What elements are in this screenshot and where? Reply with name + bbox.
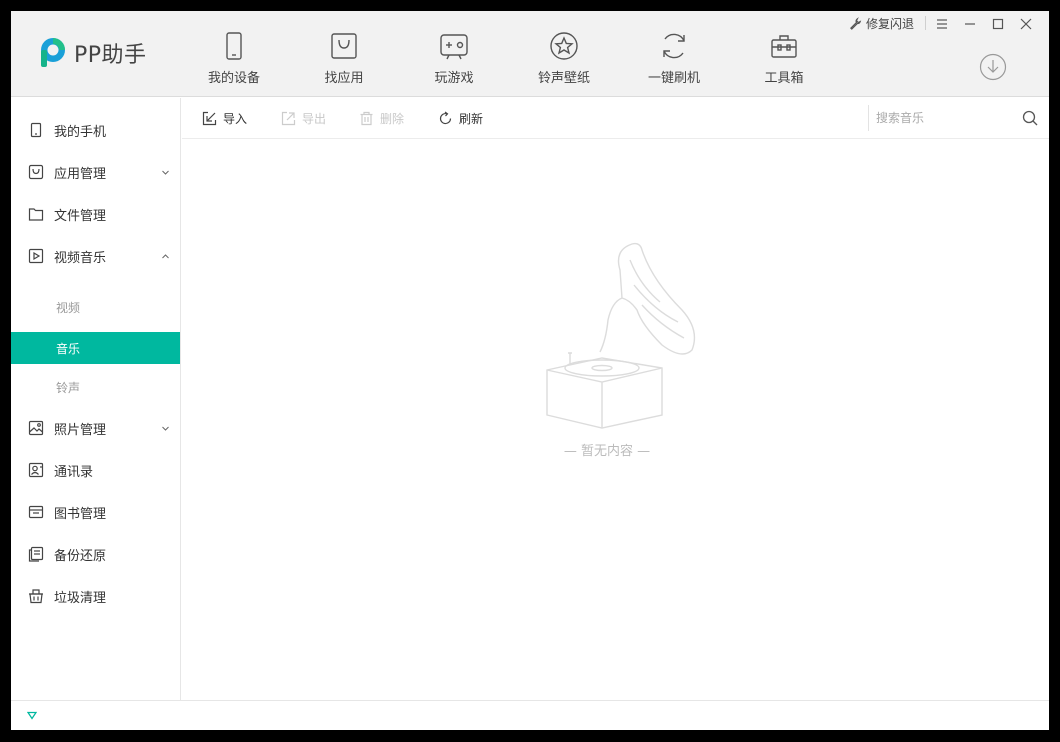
sidebar-item-backup-restore[interactable]: 备份还原 [11, 533, 180, 575]
refresh-cycle-icon [663, 33, 685, 59]
sidebar-item-label: 图书管理 [54, 506, 107, 522]
download-icon[interactable] [979, 53, 1007, 81]
export-icon [281, 111, 296, 126]
sidebar-item-label: 应用管理 [54, 166, 107, 182]
nav-label: 我的设备 [207, 71, 260, 86]
sidebar-item-label: 视频音乐 [54, 250, 107, 266]
refresh-button[interactable]: 刷新 [438, 110, 483, 127]
star-icon [550, 32, 578, 60]
books-icon [28, 505, 44, 519]
sidebar-item-app-management[interactable]: 应用管理 [11, 151, 180, 193]
triangle-down-icon[interactable] [27, 711, 37, 720]
window-controls-divider [925, 16, 926, 30]
gamepad-icon [440, 34, 468, 60]
sidebar-item-my-phone[interactable]: 我的手机 [11, 109, 180, 151]
sidebar-item-label: 文件管理 [54, 208, 107, 224]
refresh-icon [439, 111, 452, 125]
sidebar-subitem-video[interactable]: 视频 [11, 291, 180, 323]
sidebar-item-label: 照片管理 [54, 422, 107, 438]
trash-icon [360, 111, 373, 126]
gramophone-icon [546, 242, 696, 429]
nav-one-click-flash[interactable]: 一键刷机 [619, 11, 729, 97]
photo-icon [28, 420, 44, 436]
menu-icon[interactable] [933, 15, 951, 33]
empty-state-text: — 暂无内容 — [563, 444, 651, 459]
sidebar-item-label: 垃圾清理 [54, 590, 107, 606]
sidebar: 我的手机 应用管理 文件管理 视频音乐 视频 音乐 铃声 照片管理 通讯录 图书… [11, 98, 181, 700]
import-icon [202, 111, 217, 126]
app-logo: PP助手 [38, 37, 147, 69]
refresh-label: 刷新 [459, 112, 484, 126]
nav-find-app[interactable]: 找应用 [289, 11, 399, 97]
sidebar-subitem-label: 视频 [56, 300, 81, 315]
nav-label: 一键刷机 [647, 71, 700, 86]
sidebar-subitem-label: 铃声 [56, 380, 81, 395]
maximize-icon[interactable] [989, 15, 1007, 33]
minimize-icon[interactable] [961, 15, 979, 33]
search-icon[interactable] [1022, 110, 1038, 126]
repair-label: 修复闪退 [866, 17, 915, 31]
sidebar-subitem-label: 音乐 [56, 341, 81, 356]
nav-label: 玩游戏 [434, 71, 474, 86]
export-label: 导出 [302, 112, 327, 126]
sidebar-item-photo-management[interactable]: 照片管理 [11, 407, 180, 449]
sidebar-item-label: 我的手机 [54, 124, 107, 140]
sidebar-item-contacts[interactable]: 通讯录 [11, 449, 180, 491]
toolbox-icon [771, 35, 797, 58]
play-icon [28, 248, 44, 264]
folder-icon [28, 208, 44, 221]
search-music-input[interactable] [876, 107, 1016, 129]
content-toolbar: 导入 导出 删除 刷新 [182, 98, 1049, 139]
nav-play-games[interactable]: 玩游戏 [399, 11, 509, 97]
import-button[interactable]: 导入 [202, 110, 247, 127]
delete-label: 删除 [380, 112, 405, 126]
status-bar [11, 700, 1049, 730]
top-header: PP助手 我的设备 找应用 玩游戏 铃声壁纸 一键刷机 工具箱 修复闪退 [11, 11, 1049, 97]
main-nav: 我的设备 找应用 玩游戏 铃声壁纸 一键刷机 工具箱 [179, 11, 839, 97]
nav-label: 铃声壁纸 [537, 71, 590, 86]
sidebar-subitem-ringtone[interactable]: 铃声 [11, 371, 180, 403]
app-logo-text: PP助手 [74, 43, 147, 68]
sidebar-subitem-music[interactable]: 音乐 [11, 332, 180, 364]
chevron-down-icon [162, 170, 169, 175]
search-divider [868, 105, 869, 131]
music-list-area: — 暂无内容 — [182, 140, 1049, 700]
sidebar-item-book-management[interactable]: 图书管理 [11, 491, 180, 533]
contacts-icon [28, 462, 44, 478]
sidebar-item-junk-cleanup[interactable]: 垃圾清理 [11, 575, 180, 617]
wrench-icon [850, 17, 862, 30]
nav-my-device[interactable]: 我的设备 [179, 11, 289, 97]
sidebar-item-file-management[interactable]: 文件管理 [11, 193, 180, 235]
trash-basket-icon [29, 589, 43, 604]
app-bag-icon [28, 164, 44, 180]
app-window: PP助手 我的设备 找应用 玩游戏 铃声壁纸 一键刷机 工具箱 修复闪退 我的手… [11, 11, 1049, 730]
nav-toolbox[interactable]: 工具箱 [729, 11, 839, 97]
export-button[interactable]: 导出 [281, 110, 326, 127]
import-label: 导入 [223, 112, 248, 126]
phone-icon [30, 122, 42, 138]
chevron-up-icon [162, 253, 169, 258]
repair-crash-button[interactable]: 修复闪退 [849, 15, 914, 32]
nav-label: 工具箱 [764, 71, 804, 86]
sidebar-item-label: 备份还原 [54, 548, 107, 564]
phone-icon [226, 32, 242, 60]
backup-icon [28, 546, 44, 562]
nav-ringtones-wallpapers[interactable]: 铃声壁纸 [509, 11, 619, 97]
close-icon[interactable] [1017, 15, 1035, 33]
sidebar-item-video-music[interactable]: 视频音乐 [11, 235, 180, 277]
chevron-down-icon [162, 426, 169, 431]
nav-label: 找应用 [324, 71, 364, 86]
delete-button[interactable]: 删除 [359, 110, 404, 127]
sidebar-item-label: 通讯录 [54, 464, 94, 480]
app-bag-icon [331, 33, 357, 59]
pp-logo-icon [41, 38, 65, 67]
